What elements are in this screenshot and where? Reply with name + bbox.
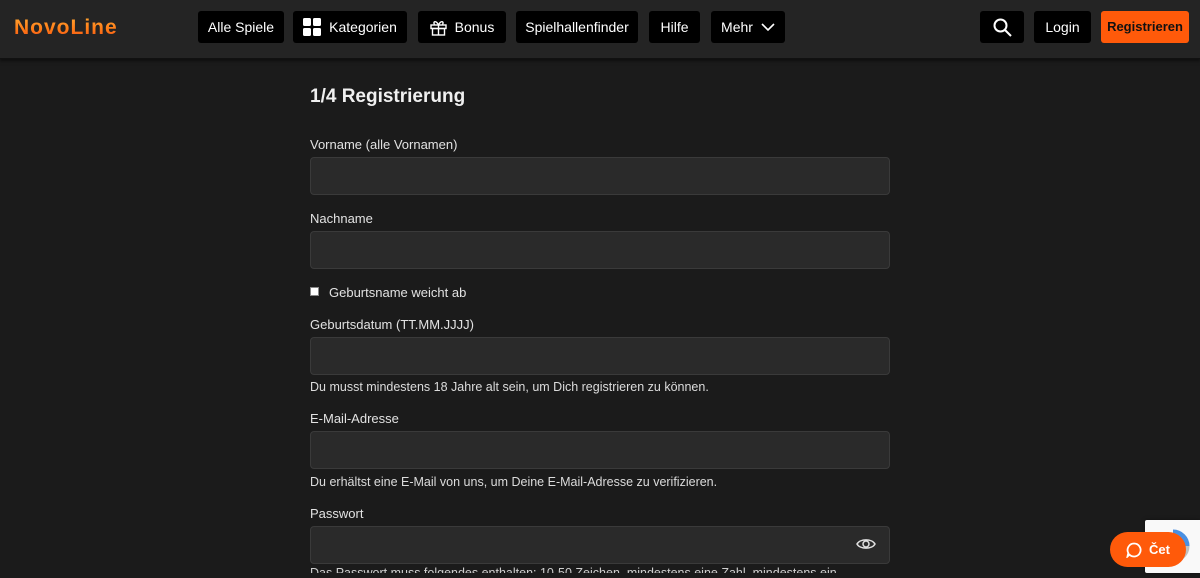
email-hint: Du erhältst eine E-Mail von uns, um Dein… bbox=[310, 475, 718, 489]
birthname-checkbox-label[interactable]: Geburtsname weicht ab bbox=[329, 285, 466, 300]
lastname-label: Nachname bbox=[310, 211, 373, 226]
nav-alle-spiele-label: Alle Spiele bbox=[207, 19, 275, 35]
register-label: Registrieren bbox=[1107, 19, 1183, 34]
register-button[interactable]: Registrieren bbox=[1101, 11, 1189, 43]
nav-mehr[interactable]: Mehr bbox=[711, 11, 785, 43]
password-input[interactable] bbox=[310, 526, 890, 564]
lastname-input[interactable] bbox=[310, 231, 890, 269]
birthdate-hint: Du musst mindestens 18 Jahre alt sein, u… bbox=[310, 380, 709, 394]
chat-button[interactable]: Čet bbox=[1110, 532, 1186, 567]
nav-bonus[interactable]: Bonus bbox=[418, 11, 506, 43]
password-hint: Das Passwort muss folgendes enthalten: 1… bbox=[310, 566, 837, 573]
chat-label: Čet bbox=[1149, 542, 1170, 557]
novoline-logo[interactable]: NovoLine bbox=[14, 13, 118, 43]
email-label: E-Mail-Adresse bbox=[310, 411, 399, 426]
birthname-checkbox[interactable] bbox=[310, 287, 319, 296]
birthdate-label: Geburtsdatum (TT.MM.JJJJ) bbox=[310, 317, 474, 332]
grid-icon bbox=[303, 18, 322, 36]
email-input[interactable] bbox=[310, 431, 890, 469]
chevron-down-icon bbox=[761, 22, 775, 32]
page-title: 1/4 Registrierung bbox=[310, 86, 466, 107]
gift-icon bbox=[429, 19, 447, 36]
chat-bubble-icon bbox=[1126, 542, 1142, 558]
nav-spielhallenfinder-label: Spielhallenfinder bbox=[525, 19, 629, 35]
birthdate-input[interactable] bbox=[310, 337, 890, 375]
firstname-label: Vorname (alle Vornamen) bbox=[310, 137, 458, 152]
nav-bonus-label: Bonus bbox=[454, 19, 495, 35]
search-icon bbox=[993, 18, 1012, 37]
top-navigation-bar: NovoLine Alle Spiele Kategorien Bonus Sp… bbox=[0, 0, 1200, 59]
nav-spielhallenfinder[interactable]: Spielhallenfinder bbox=[516, 11, 638, 43]
nav-alle-spiele[interactable]: Alle Spiele bbox=[198, 11, 284, 43]
nav-hilfe[interactable]: Hilfe bbox=[649, 11, 700, 43]
login-label: Login bbox=[1045, 19, 1080, 35]
show-password-eye-icon[interactable] bbox=[856, 537, 876, 551]
nav-kategorien[interactable]: Kategorien bbox=[293, 11, 407, 43]
nav-kategorien-label: Kategorien bbox=[329, 19, 397, 35]
password-label: Passwort bbox=[310, 506, 364, 521]
login-button[interactable]: Login bbox=[1034, 11, 1091, 43]
nav-mehr-label: Mehr bbox=[721, 19, 753, 35]
firstname-input[interactable] bbox=[310, 157, 890, 195]
search-button[interactable] bbox=[980, 11, 1024, 43]
nav-hilfe-label: Hilfe bbox=[660, 19, 689, 35]
